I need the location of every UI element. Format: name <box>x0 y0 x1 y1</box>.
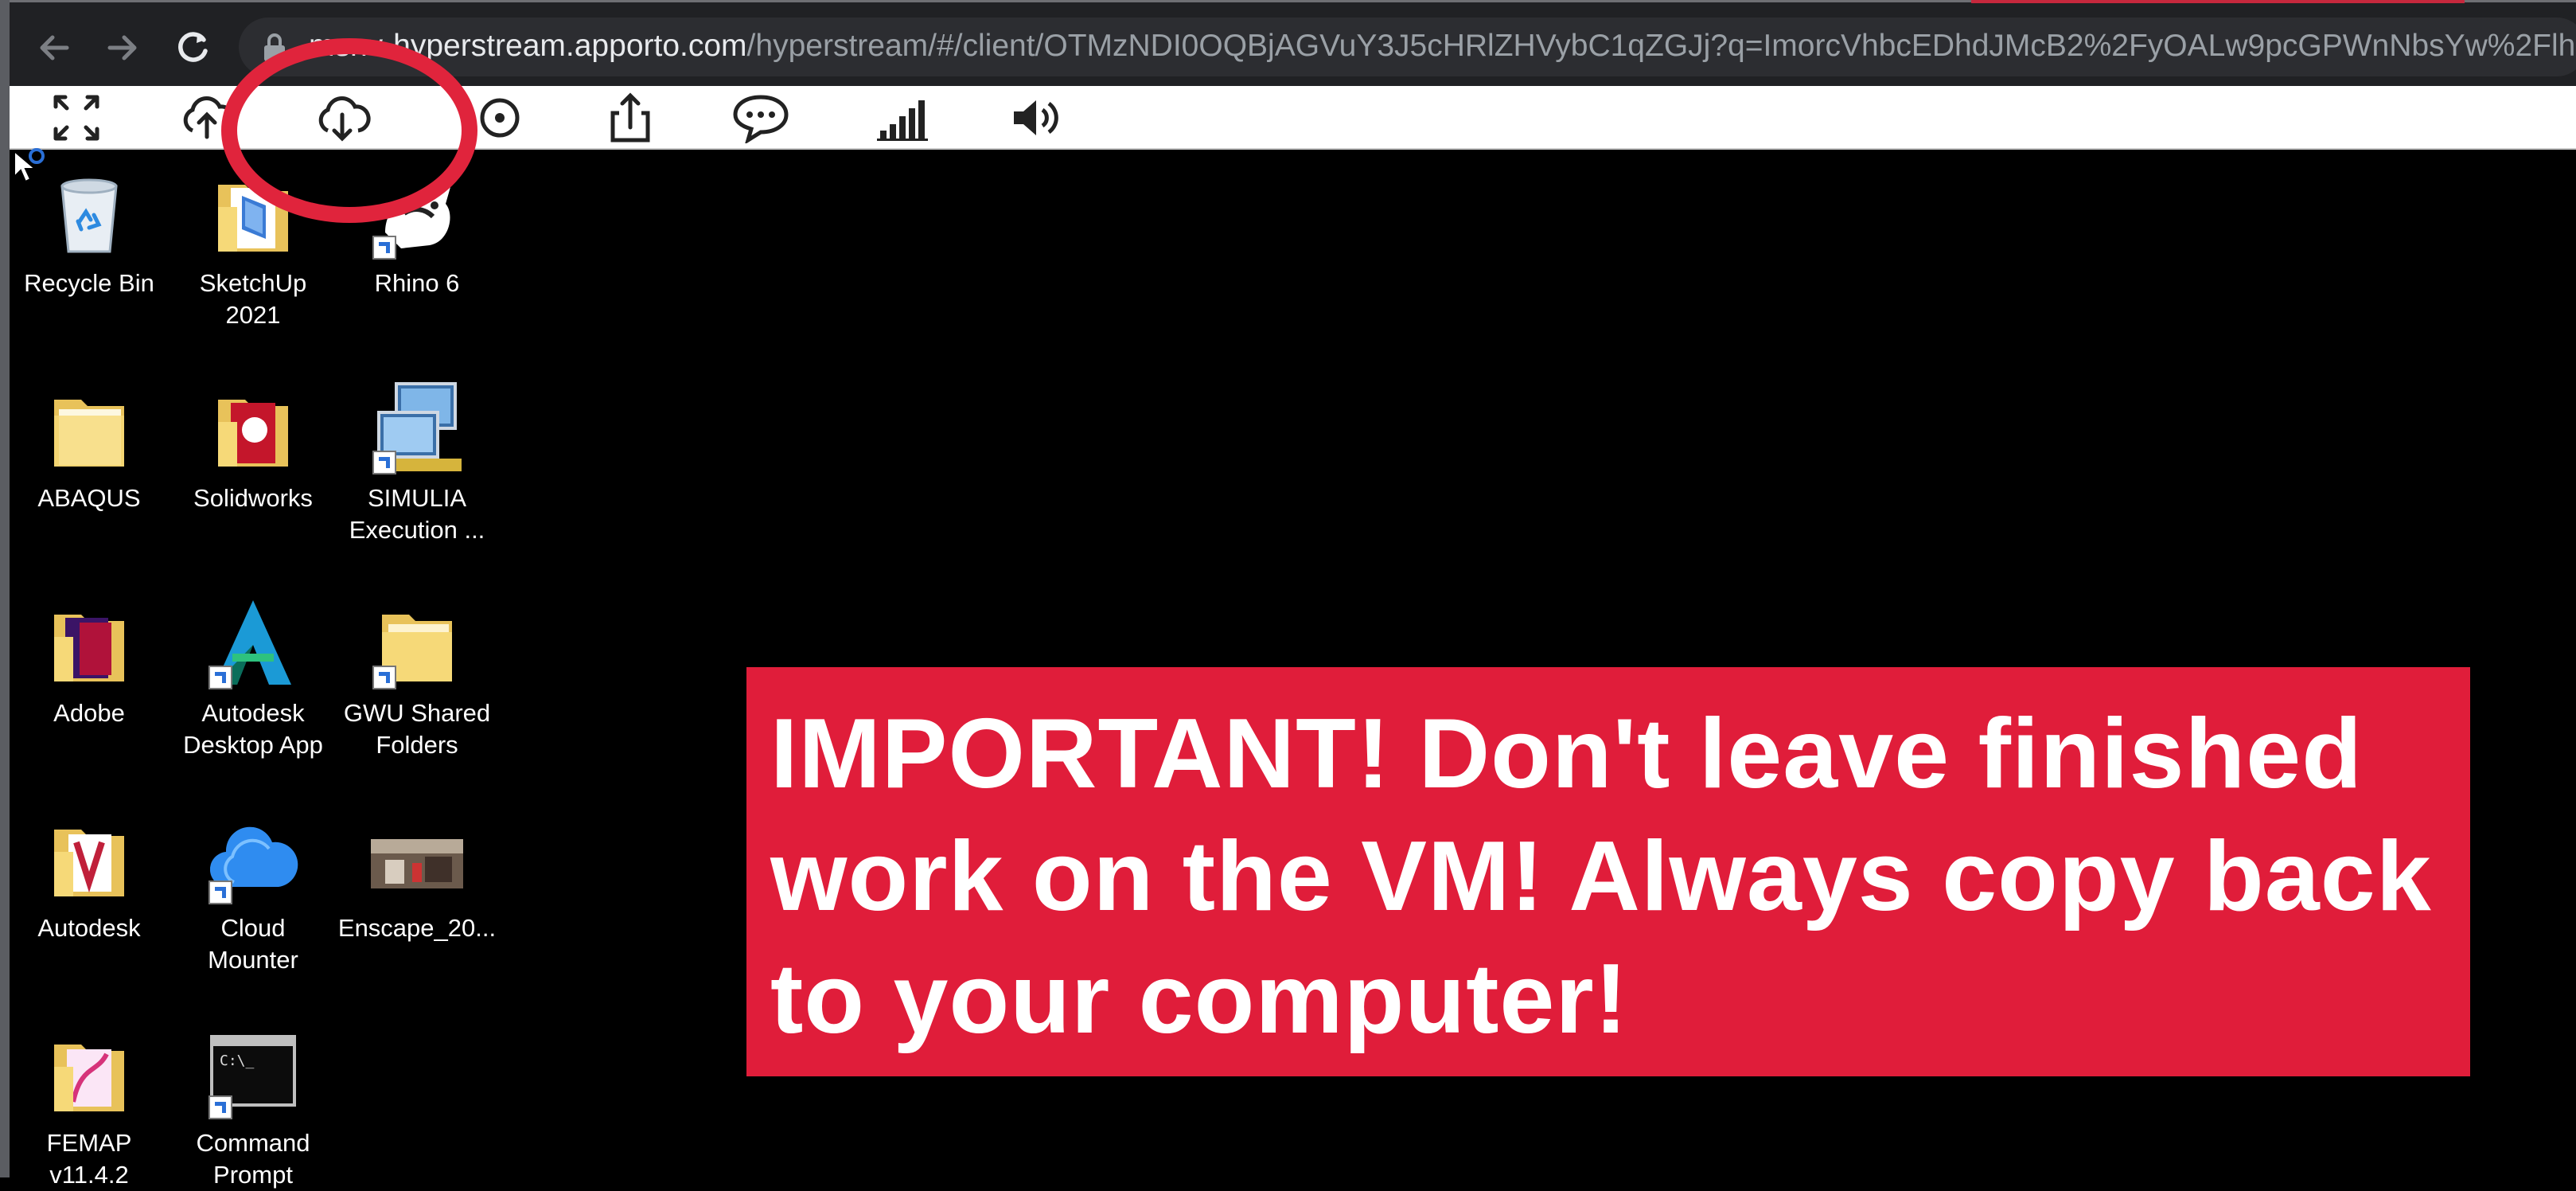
desktop-icon-abaqus[interactable]: ABAQUS <box>10 381 169 514</box>
desktop-icon-label: SIMULIA Execution ... <box>349 484 485 544</box>
desktop-icon-label: Cloud Mounter <box>208 914 298 974</box>
important-notice-banner: IMPORTANT! Don't leave finished work on … <box>746 667 2470 1076</box>
computer-icon <box>369 381 465 476</box>
desktop-icon-autodesk-desktop-app[interactable]: Autodesk Desktop App <box>173 596 333 761</box>
recycle-bin-icon <box>41 166 137 261</box>
window-left-edge <box>0 0 10 1177</box>
folder-icon <box>41 381 137 476</box>
shortcut-arrow-icon <box>208 881 232 904</box>
shortcut-arrow-icon <box>372 451 396 474</box>
svg-text:C:\_: C:\_ <box>220 1052 255 1069</box>
desktop-icon-simulia[interactable]: SIMULIA Execution ... <box>337 381 497 546</box>
desktop-icon-label: Autodesk <box>37 914 141 942</box>
desktop-icon-label: Command Prompt <box>196 1129 310 1189</box>
desktop-icon-adobe[interactable]: Adobe <box>10 596 169 729</box>
desktop-icon-label: GWU Shared Folders <box>343 699 491 759</box>
cloud-icon <box>205 810 301 906</box>
shortcut-arrow-icon <box>208 1095 232 1119</box>
terminal-icon: C:\_ <box>205 1025 301 1121</box>
notice-text: IMPORTANT! Don't leave finished work on … <box>770 699 2432 1054</box>
folder-icon <box>41 596 137 691</box>
chat-icon[interactable] <box>731 92 791 143</box>
share-icon[interactable] <box>600 92 661 143</box>
desktop-icon-solidworks[interactable]: Solidworks <box>173 381 333 514</box>
shortcut-arrow-icon <box>372 666 396 689</box>
desktop-icon-command-prompt[interactable]: C:\_ Command Prompt <box>173 1025 333 1191</box>
autodesk-icon <box>205 596 301 691</box>
desktop-icon-label: Adobe <box>53 699 125 727</box>
folder-icon <box>369 596 465 691</box>
address-url[interactable]: msnv-hyperstream.apporto.com/hyperstream… <box>309 24 2575 68</box>
desktop-icon-label: ABAQUS <box>37 484 141 512</box>
desktop-icon-enscape[interactable]: Enscape_20... <box>337 810 497 944</box>
desktop-icon-femap[interactable]: FEMAP v11.4.2 <box>10 1025 169 1191</box>
reload-icon[interactable] <box>173 27 213 67</box>
desktop-icon-gwu-shared-folders[interactable]: GWU Shared Folders <box>337 596 497 761</box>
desktop-icon-label: Recycle Bin <box>24 269 154 297</box>
image-file-icon <box>369 810 465 906</box>
desktop-icon-label: SketchUp 2021 <box>199 269 307 329</box>
shortcut-arrow-icon <box>372 236 396 260</box>
mouse-cursor-icon <box>11 148 46 190</box>
url-path: /hyperstream/#/client/OTMzNDI0OQBjAGVuY3… <box>746 29 2576 63</box>
desktop-icon-label: Solidworks <box>193 484 313 512</box>
desktop-icon-label: Enscape_20... <box>337 914 497 942</box>
record-icon[interactable] <box>473 92 533 143</box>
desktop-icon-label: FEMAP v11.4.2 <box>46 1129 132 1189</box>
folder-icon <box>41 1025 137 1121</box>
chrome-accent-line <box>1971 0 2465 3</box>
forward-arrow-icon[interactable] <box>103 29 142 67</box>
desktop-icon-autodesk[interactable]: Autodesk <box>10 810 169 944</box>
annotation-highlight-circle <box>221 38 477 223</box>
folder-icon <box>41 810 137 906</box>
back-arrow-icon[interactable] <box>35 29 73 67</box>
volume-icon[interactable] <box>1007 92 1068 143</box>
fullscreen-icon[interactable] <box>46 92 107 143</box>
folder-icon <box>205 381 301 476</box>
desktop-icon-label: Autodesk Desktop App <box>183 699 323 759</box>
desktop-icon-label: Rhino 6 <box>374 269 460 297</box>
desktop-icon-cloud-mounter[interactable]: Cloud Mounter <box>173 810 333 976</box>
signal-icon[interactable] <box>872 92 933 143</box>
shortcut-arrow-icon <box>208 666 232 689</box>
